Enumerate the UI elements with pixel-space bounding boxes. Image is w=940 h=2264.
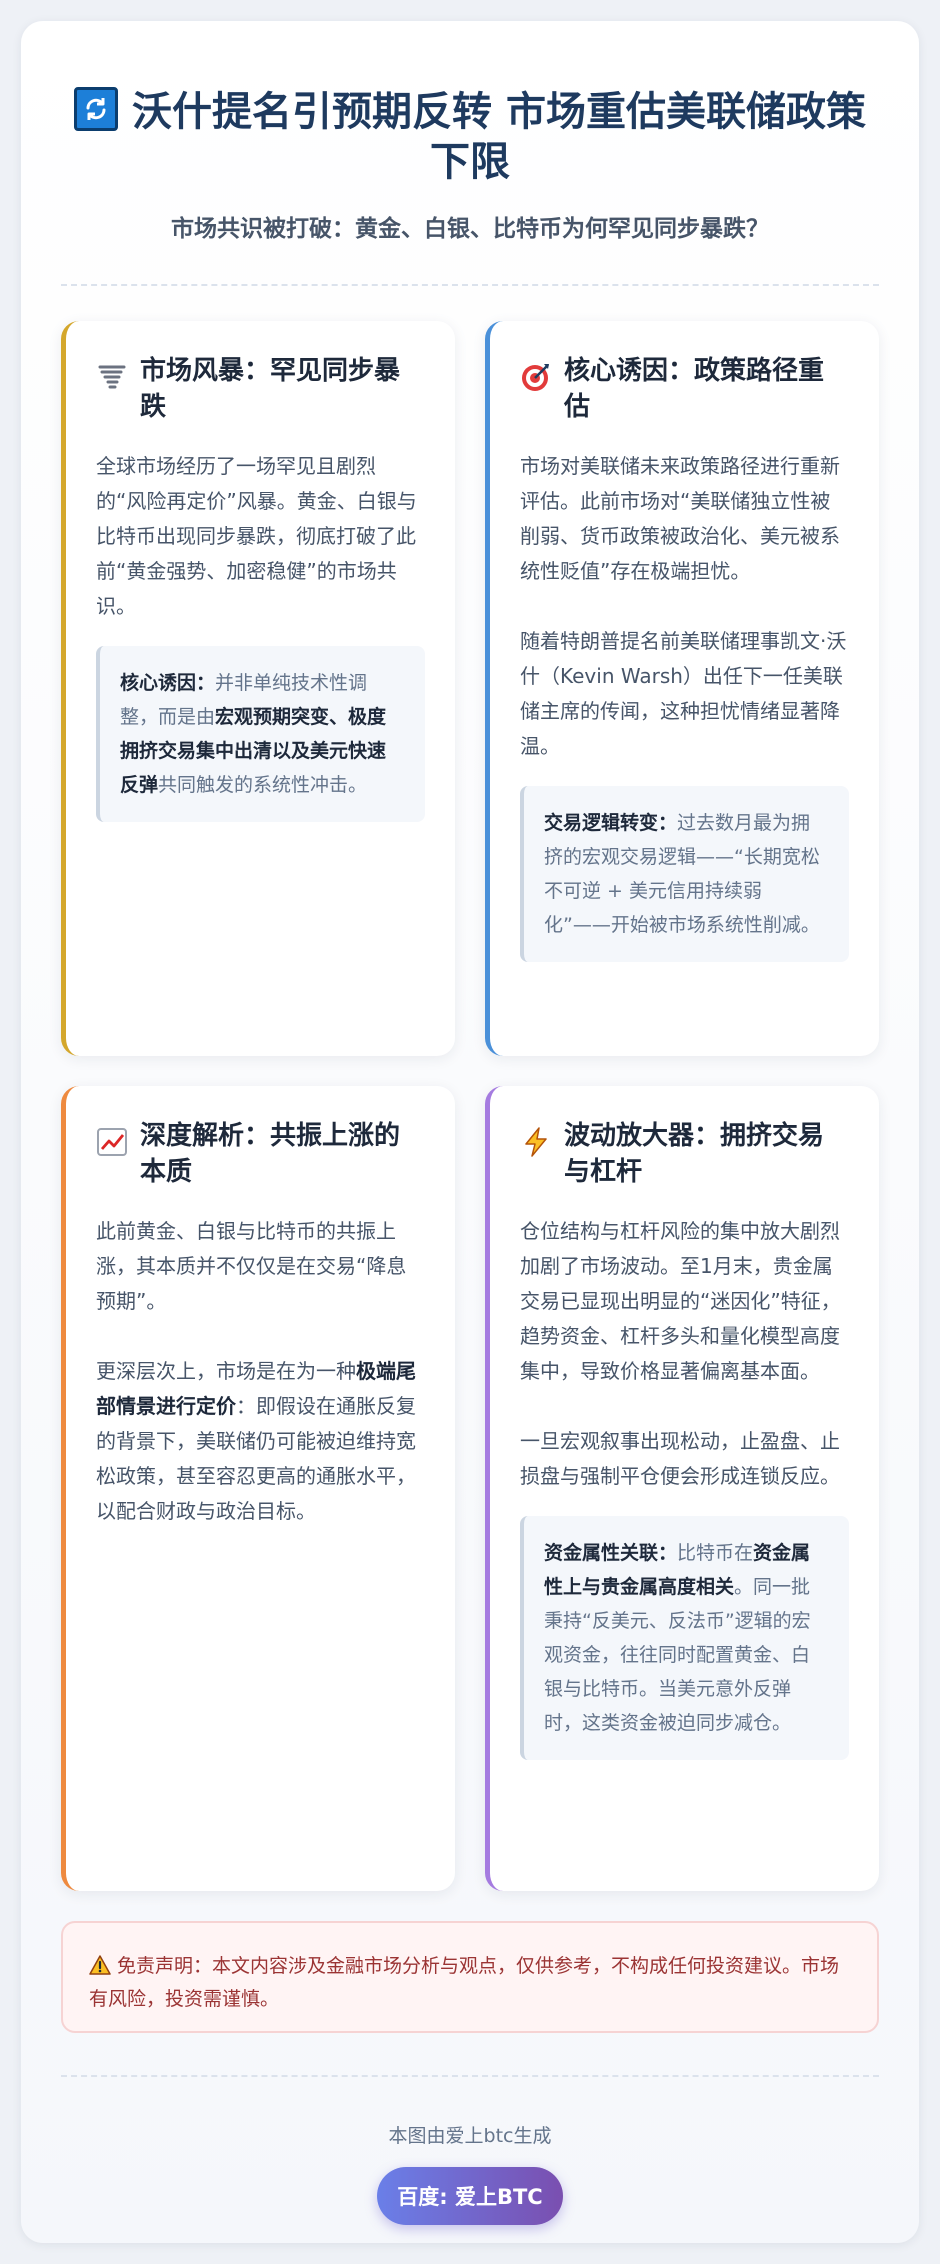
card-paragraph: 全球市场经历了一场罕见且剧烈的“风险再定价”风暴。黄金、白银与比特币出现同步暴跌… — [96, 454, 417, 618]
disclaimer: 免责声明：本文内容涉及金融市场分析与观点，仅供参考，不构成任何投资建议。市场有风… — [61, 1921, 879, 2033]
card-volatility-amplifier: 波动放大器：拥挤交易与杠杆 仓位结构与杠杆风险的集中放大剧烈加剧了市场波动。至1… — [485, 1086, 879, 1891]
card-title: 波动放大器：拥挤交易与杠杆 — [564, 1121, 825, 1187]
divider — [61, 2075, 879, 2077]
page-title: 沃什提名引预期反转 市场重估美联储政策下限 — [70, 87, 870, 187]
poster: 沃什提名引预期反转 市场重估美联储政策下限 市场共识被打破：黄金、白银、比特币为… — [21, 21, 919, 2243]
card-paragraph: 一旦宏观叙事出现松动，止盈盘、止损盘与强制平仓便会形成连锁反应。 — [520, 1429, 840, 1488]
card-header: 核心诱因：政策路径重估 — [520, 353, 849, 425]
target-icon — [522, 364, 549, 391]
card-header: 波动放大器：拥挤交易与杠杆 — [520, 1118, 849, 1190]
card-paragraph: 市场对美联储未来政策路径进行重新评估。此前市场对“美联储独立性被削弱、货币政策被… — [520, 454, 840, 583]
card-callout: 交易逻辑转变：过去数月最为拥挤的宏观交易逻辑——“长期宽松不可逆 + 美元信用持… — [520, 786, 849, 962]
generated-by-text: 本图由爱上btc生成 — [388, 2125, 552, 2147]
card-paragraph: 此前黄金、白银与比特币的共振上涨，其本质并不仅仅是在交易“降息预期”。 — [96, 1219, 407, 1313]
card-header: 深度解析：共振上涨的本质 — [96, 1118, 425, 1190]
header: 沃什提名引预期反转 市场重估美联储政策下限 市场共识被打破：黄金、白银、比特币为… — [21, 87, 919, 243]
card-callout: 核心诱因：并非单纯技术性调整，而是由宏观预期突变、极度拥挤交易集中出清以及美元快… — [96, 646, 425, 822]
card-callout: 资金属性关联：比特币在资金属性上与贵金属高度相关。同一批秉持“反美元、反法币”逻… — [520, 1516, 849, 1760]
refresh-icon — [74, 87, 119, 131]
tornado-icon — [98, 365, 126, 389]
divider — [61, 284, 879, 286]
card-title: 核心诱因：政策路径重估 — [564, 356, 825, 422]
card-deep-analysis: 深度解析：共振上涨的本质 此前黄金、白银与比特币的共振上涨，其本质并不仅仅是在交… — [61, 1086, 455, 1891]
card-policy-path: 核心诱因：政策路径重估 市场对美联储未来政策路径进行重新评估。此前市场对“美联储… — [485, 321, 879, 1056]
card-header: 市场风暴：罕见同步暴跌 — [96, 353, 425, 425]
lightning-icon — [525, 1127, 547, 1157]
source-badge[interactable]: 百度: 爱上BTC — [377, 2167, 563, 2225]
card-market-storm: 市场风暴：罕见同步暴跌 全球市场经历了一场罕见且剧烈的“风险再定价”风暴。黄金、… — [61, 321, 455, 1056]
card-title: 深度解析：共振上涨的本质 — [140, 1121, 401, 1187]
card-paragraph: 随着特朗普提名前美联储理事凯文·沃什（Kevin Warsh）出任下一任美联储主… — [520, 629, 847, 758]
warning-icon — [89, 1955, 111, 1975]
card-paragraph: 仓位结构与杠杆风险的集中放大剧烈加剧了市场波动。至1月末，贵金属交易已显现出明显… — [520, 1219, 841, 1383]
card-title: 市场风暴：罕见同步暴跌 — [140, 356, 401, 422]
page-subtitle: 市场共识被打破：黄金、白银、比特币为何罕见同步暴跌？ — [171, 216, 769, 242]
card-paragraph: 更深层次上，市场是在为一种极端尾部情景进行定价：即假设在通胀反复的背景下，美联储… — [96, 1359, 416, 1523]
chart-up-icon — [97, 1128, 127, 1156]
